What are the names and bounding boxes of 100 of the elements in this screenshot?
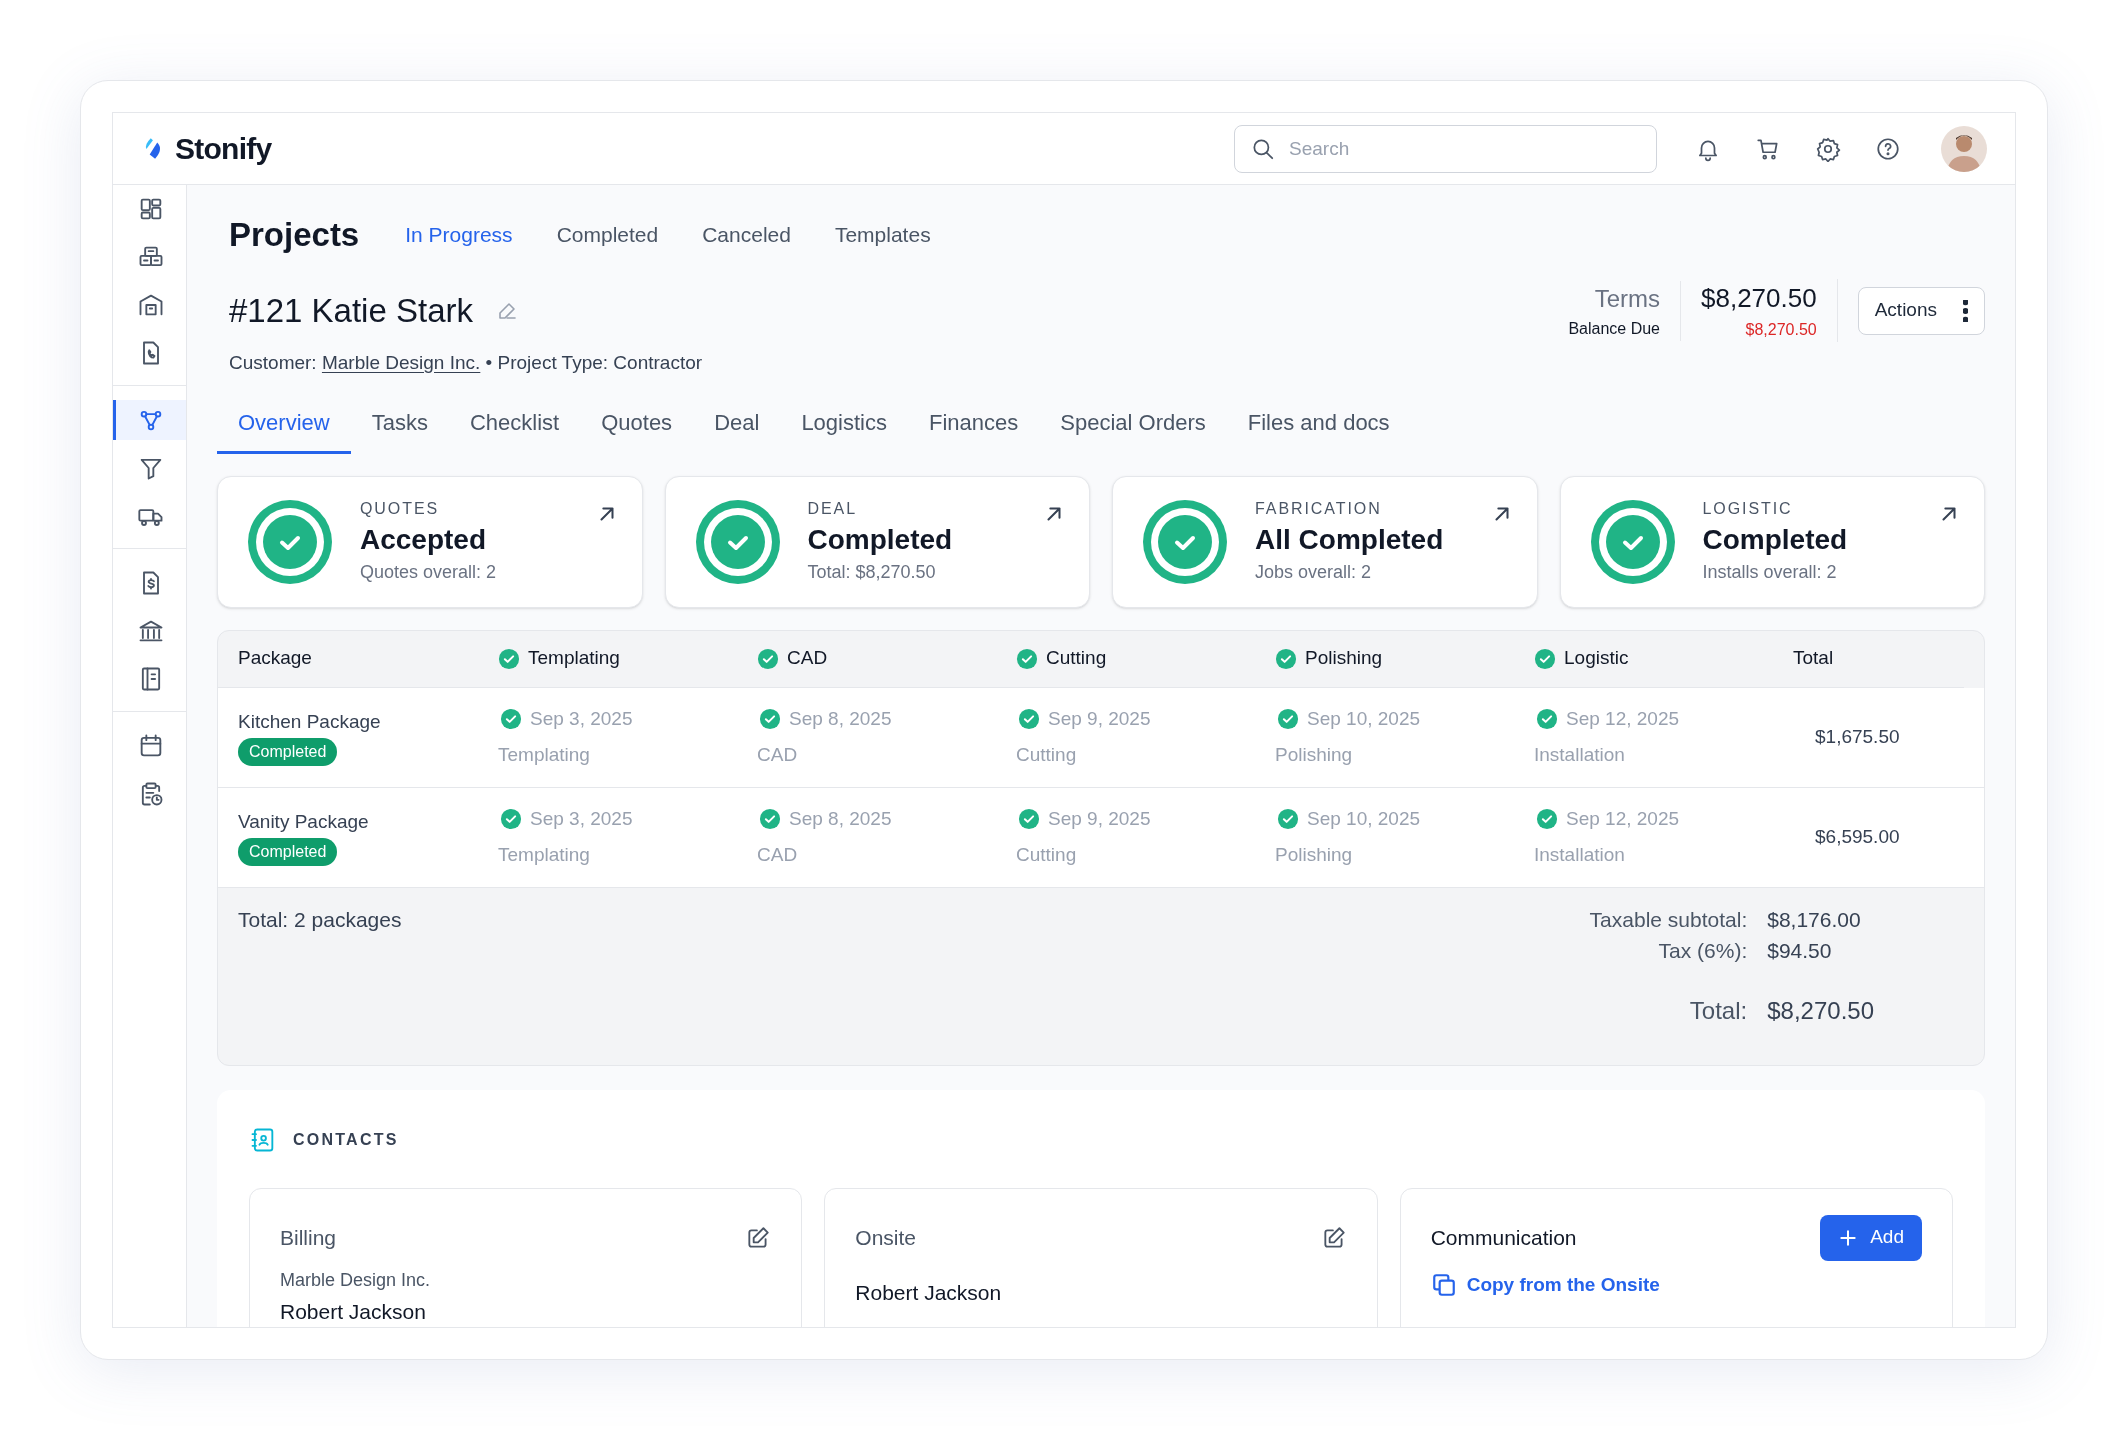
card-detail: Jobs overall: 2: [1255, 561, 1373, 584]
column-header: Logistic: [1564, 646, 1629, 671]
status-card[interactable]: FABRICATION All Completed Jobs overall: 2: [1112, 475, 1538, 608]
tab[interactable]: Finances: [907, 399, 1040, 454]
column-header: Polishing: [1305, 646, 1383, 671]
stage-date: Sep 8, 2025: [789, 706, 892, 731]
stage-date: Sep 3, 2025: [530, 706, 633, 731]
section-title: CONTACTS: [293, 1129, 399, 1150]
card-category: QUOTES: [360, 499, 441, 519]
status-badge: Completed: [238, 838, 338, 867]
total-amount: $8,270.50: [1701, 282, 1817, 315]
contact-card-title: Billing: [280, 1224, 337, 1251]
add-button[interactable]: Add: [1820, 1214, 1922, 1261]
package-name: Vanity Package: [238, 809, 369, 834]
status-tab[interactable]: Templates: [834, 219, 931, 251]
edit-button[interactable]: [745, 1224, 772, 1251]
summary-value: $94.50: [1767, 938, 1833, 964]
card-category: FABRICATION: [1255, 499, 1383, 519]
stage-date: Sep 12, 2025: [1566, 706, 1680, 731]
row-total: $1,675.50: [1814, 724, 1901, 749]
balance-due-amount: $8,270.50: [1745, 320, 1817, 340]
help-icon: [1875, 135, 1901, 162]
card-status: All Completed: [1255, 523, 1444, 557]
status-tab[interactable]: Canceled: [702, 219, 791, 251]
stage-label: Templating: [498, 743, 591, 767]
balance-due-label: Balance Due: [1568, 318, 1660, 339]
card-detail: Installs overall: 2: [1702, 561, 1838, 584]
search-field[interactable]: Search: [1234, 124, 1657, 173]
stage-date: Sep 9, 2025: [1048, 706, 1151, 731]
package-count: Total: 2 packages: [238, 906, 402, 933]
copy-icon: [1430, 1271, 1457, 1298]
status-tab[interactable]: In Progress: [405, 219, 513, 251]
stage-label: CAD: [757, 743, 799, 767]
summary-value: $8,176.00: [1767, 906, 1862, 933]
stage-label: Installation: [1534, 843, 1626, 867]
summary-value: $8,270.50: [1767, 995, 1874, 1026]
stage-label: Polishing: [1275, 743, 1354, 767]
package-name: Kitchen Package: [238, 709, 381, 734]
settings-icon: [1815, 135, 1841, 162]
column-header: CAD: [787, 646, 828, 671]
tab[interactable]: Tasks: [350, 399, 449, 454]
card-detail: Total: $8,270.50: [807, 561, 937, 584]
status-check-icon: [1590, 499, 1675, 584]
status-card[interactable]: LOGISTIC Completed Installs overall: 2: [1559, 475, 1985, 608]
stage-date: Sep 9, 2025: [1048, 806, 1151, 831]
tab[interactable]: Logistics: [780, 399, 908, 454]
edit-icon: [745, 1224, 772, 1251]
actions-button[interactable]: Actions: [1857, 286, 1985, 335]
customer-line: Customer: Marble Design Inc. • Project Type: Contractor: [229, 351, 703, 375]
stage-label: Polishing: [1275, 843, 1354, 867]
contact-card-title: Onsite: [855, 1224, 917, 1251]
column-header: Cutting: [1046, 646, 1107, 671]
column-header: Total: [1793, 646, 1834, 671]
summary-label: Total:: [1688, 995, 1748, 1026]
stage-label: CAD: [757, 843, 799, 867]
stage-date: Sep 12, 2025: [1566, 806, 1680, 831]
stage-label: Cutting: [1016, 843, 1078, 867]
stage-label: Templating: [498, 843, 591, 867]
page-title: Projects: [229, 215, 360, 256]
status-tab[interactable]: Completed: [556, 219, 659, 251]
summary-label: Tax (6%):: [1657, 938, 1748, 964]
stage-label: Installation: [1534, 743, 1626, 767]
terms-label: Terms: [1594, 283, 1660, 314]
card-category: DEAL: [807, 499, 858, 519]
status-check-icon: [1143, 499, 1227, 584]
summary-label: Taxable subtotal:: [1589, 906, 1748, 933]
card-status: Accepted: [360, 523, 488, 557]
column-header: Templating: [528, 646, 620, 671]
status-badge: Completed: [238, 738, 338, 767]
company-name: Marble Design Inc.: [280, 1268, 432, 1292]
stage-date: Sep 10, 2025: [1307, 806, 1421, 831]
column-header: Package: [238, 646, 312, 671]
customer-link[interactable]: Marble Design Inc.: [321, 352, 481, 373]
card-category: LOGISTIC: [1702, 499, 1794, 519]
card-status: Completed: [1702, 523, 1848, 557]
settings-button[interactable]: [1815, 135, 1841, 162]
contact-name: Robert Jackson: [855, 1279, 1003, 1306]
contact-name: Robert Jackson: [280, 1298, 427, 1325]
contact-card-title: Communication: [1430, 1224, 1577, 1251]
tab[interactable]: Quotes: [580, 399, 694, 454]
tab[interactable]: Files and docs: [1226, 399, 1411, 454]
tab[interactable]: Overview: [217, 399, 351, 454]
help-button[interactable]: [1875, 135, 1901, 162]
tab[interactable]: Deal: [693, 399, 781, 454]
copy-link[interactable]: Copy from the Onsite: [1430, 1270, 1660, 1299]
project-title: #121 Katie Stark: [229, 291, 473, 332]
tab[interactable]: Special Orders: [1039, 399, 1227, 454]
workflow-nav-item[interactable]: [113, 400, 186, 440]
status-card[interactable]: QUOTES Accepted Quotes overall: 2: [217, 475, 643, 608]
status-check-icon: [695, 499, 780, 584]
stage-date: Sep 3, 2025: [530, 806, 633, 831]
more-icon: [1963, 299, 1968, 322]
stage-date: Sep 10, 2025: [1307, 706, 1421, 731]
status-card[interactable]: DEAL Completed Total: $8,270.50: [664, 475, 1090, 608]
tab[interactable]: Checklist: [448, 399, 581, 454]
status-check-icon: [248, 499, 332, 584]
avatar[interactable]: [1941, 125, 1987, 172]
card-status: Completed: [807, 523, 953, 557]
stage-date: Sep 8, 2025: [789, 806, 892, 831]
card-detail: Quotes overall: 2: [360, 561, 497, 584]
